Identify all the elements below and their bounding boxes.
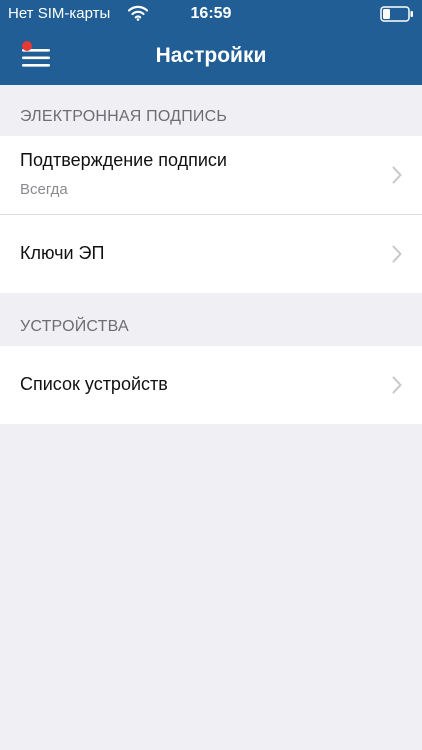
row-value: Всегда: [20, 181, 68, 198]
page-title: Настройки: [155, 44, 267, 67]
status-bar: Нет SIM-карты 16:59: [0, 0, 422, 30]
device-list-row[interactable]: Список устройств: [0, 346, 422, 424]
row-label: Список устройств: [20, 374, 168, 394]
row-label: Ключи ЭП: [20, 243, 105, 263]
signature-settings-group: Подтверждение подписи Всегда Ключи ЭП: [0, 136, 422, 293]
chevron-right-icon: [392, 376, 402, 394]
row-label: Подтверждение подписи: [20, 150, 227, 170]
chevron-right-icon: [392, 245, 402, 263]
devices-settings-group: Список устройств: [0, 346, 422, 424]
signature-confirmation-row[interactable]: Подтверждение подписи Всегда: [0, 136, 422, 214]
section-header-signature: ЭЛЕКТРОННАЯ ПОДПИСЬ: [20, 108, 228, 125]
navigation-bar: Нет SIM-карты 16:59 Настройки: [0, 0, 422, 85]
section-header-devices: УСТРОЙСТВА: [20, 318, 129, 335]
battery-icon: [380, 6, 413, 22]
signature-keys-row[interactable]: Ключи ЭП: [0, 215, 422, 293]
chevron-right-icon: [392, 166, 402, 184]
status-time: 16:59: [190, 5, 232, 22]
